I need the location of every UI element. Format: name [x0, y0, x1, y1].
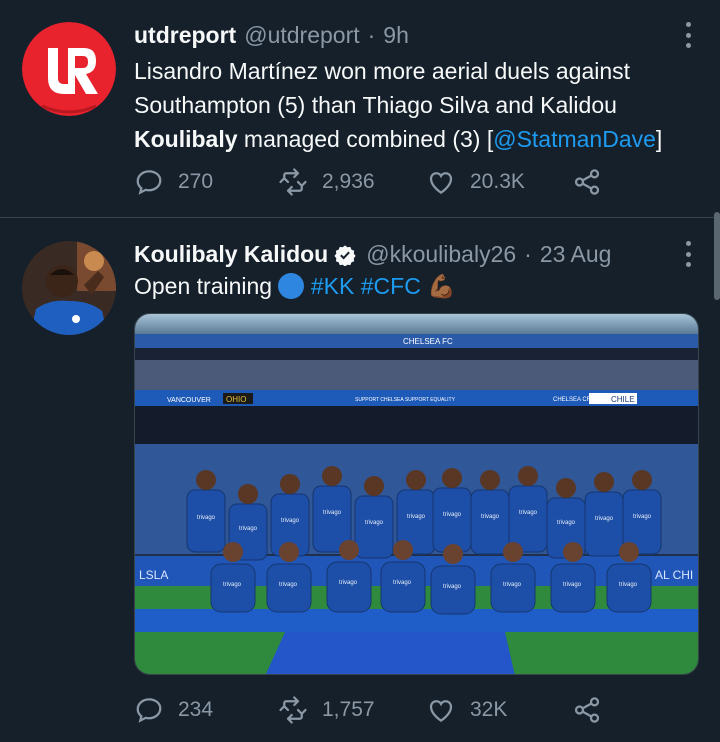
blue-circle-emoji	[278, 273, 305, 299]
koulibaly-avatar-photo	[22, 241, 116, 335]
shirt-sponsor: trivago	[279, 582, 298, 588]
shirt-sponsor: trivago	[407, 514, 426, 520]
team-photo-image: CHELSEA FC VANCOUVER OHIO SUPPORT CHELSE…	[135, 314, 698, 674]
retweet-button[interactable]: 1,757	[278, 695, 375, 725]
stand-sign: CHELSEA FC	[403, 337, 453, 346]
shirt-sponsor: trivago	[443, 584, 462, 590]
avatar-koulibaly[interactable]	[22, 241, 116, 335]
reply-button[interactable]: 234	[134, 695, 213, 725]
shirt-sponsor: trivago	[481, 514, 500, 520]
shirt-sponsor: trivago	[563, 582, 582, 588]
reply-button[interactable]: 270	[134, 167, 213, 197]
utdreport-logo	[22, 22, 116, 116]
tweet-media-photo[interactable]: CHELSEA FC VANCOUVER OHIO SUPPORT CHELSE…	[134, 313, 699, 675]
scrollbar[interactable]	[714, 212, 720, 300]
tweet-text-bold: Koulibaly	[134, 126, 238, 152]
like-count: 32K	[470, 698, 508, 721]
shirt-sponsor: trivago	[519, 510, 538, 516]
like-button[interactable]: 20.3K	[426, 167, 525, 197]
tweet-header: utdreport @utdreport · 9h	[134, 22, 670, 49]
verified-badge-icon	[334, 244, 356, 266]
ad-alchi: AL CHI	[655, 568, 693, 582]
separator-dot: ·	[524, 241, 532, 267]
avatar-utdreport[interactable]	[22, 22, 116, 116]
timestamp[interactable]: 9h	[383, 22, 409, 49]
tweet-header: Koulibaly Kalidou @kkoulibaly26 · 23 Aug	[134, 241, 670, 268]
separator-dot: ·	[367, 22, 376, 48]
tweet-text: Open training #KK #CFC 💪🏾	[134, 269, 696, 303]
ad-lsla: LSLA	[139, 568, 168, 582]
shirt-sponsor: trivago	[239, 526, 258, 532]
mention-link[interactable]: @StatmanDave	[493, 126, 656, 152]
tweet-text-part1: Open training	[134, 273, 279, 299]
tweet-koulibaly[interactable]: Koulibaly Kalidou @kkoulibaly26 · 23 Aug…	[0, 219, 720, 742]
tweet-text: Lisandro Martínez won more aerial duels …	[134, 54, 696, 156]
like-icon	[429, 700, 453, 722]
retweet-icon	[279, 168, 307, 196]
like-count: 20.3K	[470, 170, 525, 193]
handle[interactable]: @utdreport	[244, 22, 359, 49]
share-button[interactable]	[572, 695, 602, 725]
display-name[interactable]: utdreport	[134, 22, 236, 49]
shirt-sponsor: trivago	[365, 520, 384, 526]
shirt-sponsor: trivago	[393, 580, 412, 586]
tweet-actions: 234 1,757 32K	[134, 693, 614, 727]
reply-icon	[136, 170, 162, 195]
shirt-sponsor: trivago	[223, 582, 242, 588]
hashtag-cfc[interactable]: #CFC	[361, 273, 421, 299]
ad-vancouver: VANCOUVER	[167, 397, 211, 404]
more-icon[interactable]	[684, 22, 692, 48]
share-icon	[574, 697, 600, 723]
tweet-text-part1: Lisandro Martínez won more aerial duels …	[134, 58, 631, 118]
handle[interactable]: @kkoulibaly26	[366, 241, 516, 268]
shirt-sponsor: trivago	[503, 582, 522, 588]
shirt-sponsor: trivago	[443, 512, 462, 518]
tweet-utdreport[interactable]: utdreport @utdreport · 9h Lisandro Martí…	[0, 0, 720, 218]
shirt-sponsor: trivago	[323, 510, 342, 516]
display-name[interactable]: Koulibaly Kalidou	[134, 241, 328, 268]
shirt-sponsor: trivago	[595, 516, 614, 522]
shirt-sponsor: trivago	[197, 515, 216, 521]
shirt-sponsor: trivago	[281, 518, 300, 524]
tweet-text-part3: ]	[655, 126, 663, 152]
retweet-count: 1,757	[322, 698, 375, 721]
share-button[interactable]	[572, 167, 602, 197]
tweet-actions: 270 2,936 20.3K	[134, 165, 614, 199]
shirt-sponsor: trivago	[557, 520, 576, 526]
reply-count: 234	[178, 698, 214, 721]
share-icon	[574, 169, 600, 195]
more-icon[interactable]	[684, 241, 692, 267]
hashtag-kk[interactable]: #KK	[311, 273, 354, 299]
retweet-count: 2,936	[322, 170, 375, 193]
like-button[interactable]: 32K	[426, 695, 507, 725]
ad-ohio: OHIO	[226, 395, 246, 404]
ad-chile: CHILE	[611, 395, 635, 404]
retweet-button[interactable]: 2,936	[278, 167, 375, 197]
tweet-text-part2: managed combined (3) [	[237, 126, 494, 152]
shirt-sponsor: trivago	[633, 514, 652, 520]
shirt-sponsor: trivago	[339, 580, 358, 586]
reply-count: 270	[178, 170, 214, 193]
like-icon	[429, 172, 453, 194]
shirt-sponsor: trivago	[619, 582, 638, 588]
ad-support: SUPPORT CHELSEA SUPPORT EQUALITY	[355, 397, 456, 403]
timestamp[interactable]: 23 Aug	[540, 241, 612, 268]
retweet-icon	[279, 696, 307, 724]
flexed-biceps-emoji: 💪🏾	[427, 273, 456, 299]
reply-icon	[136, 698, 162, 723]
